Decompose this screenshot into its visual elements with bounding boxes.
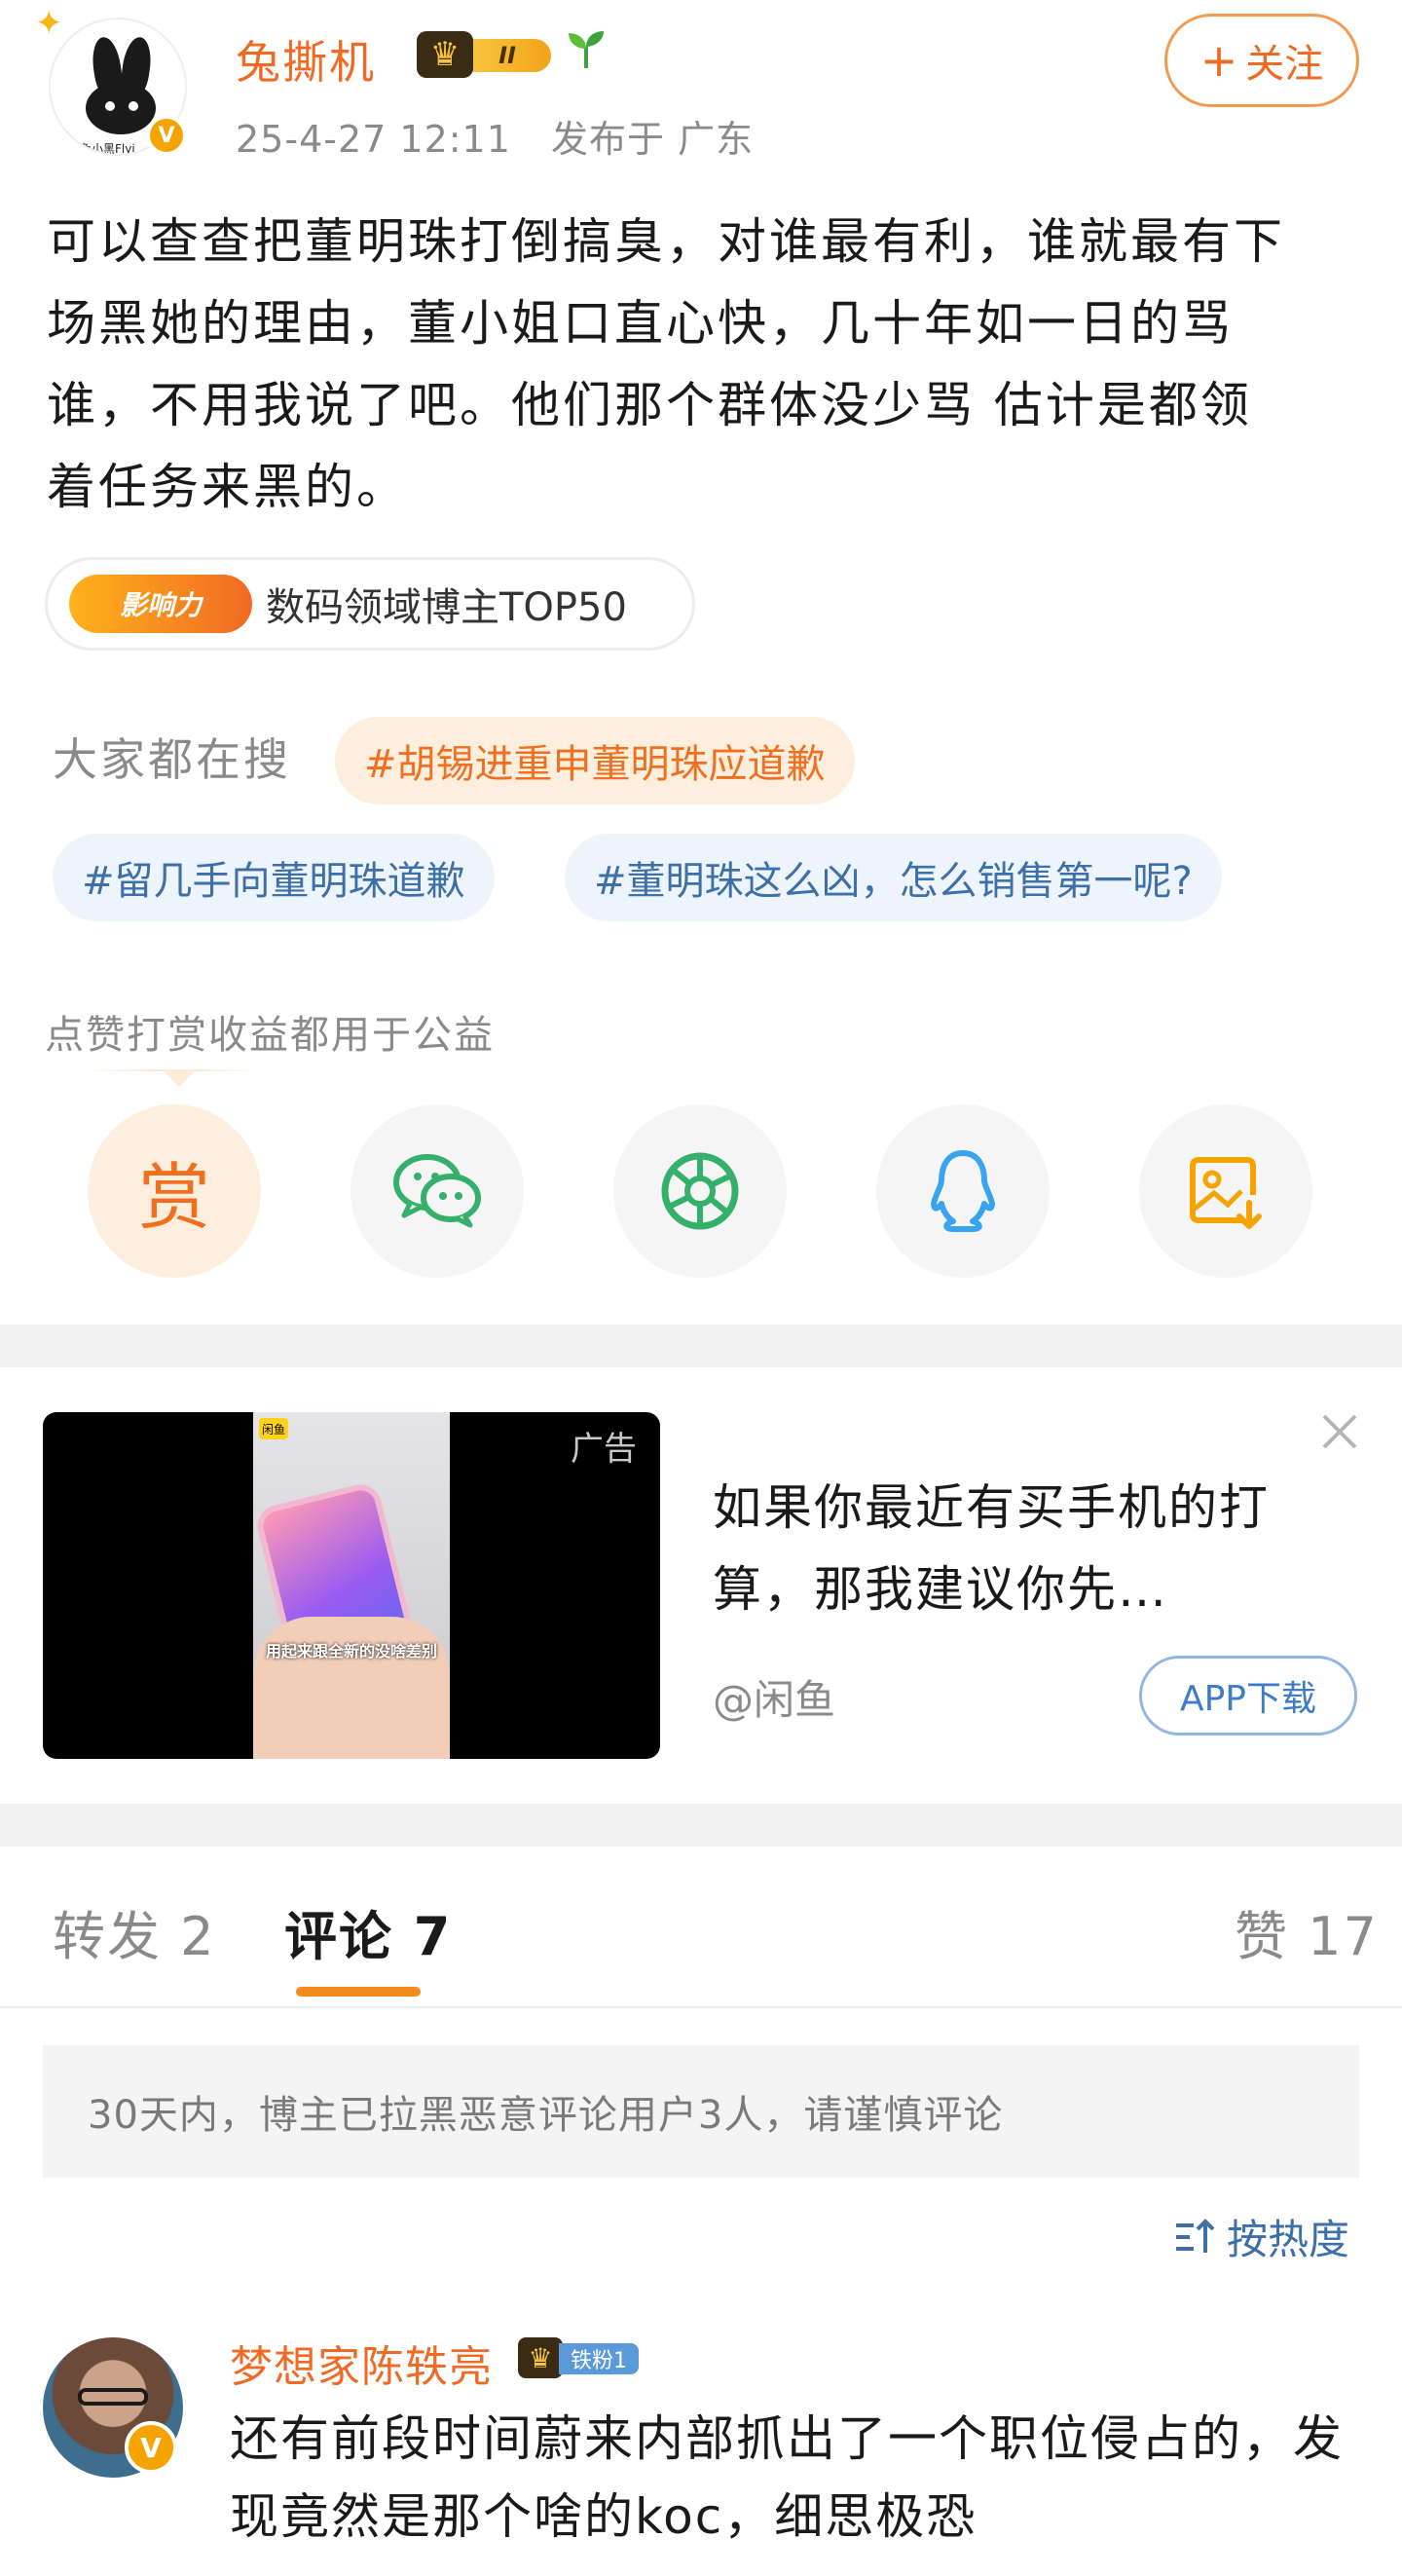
ad-label: 广告	[571, 1430, 637, 1469]
tab-repost[interactable]: 转发 2	[53, 1893, 216, 1970]
post-timestamp: 25-4-27 12:11	[236, 118, 511, 161]
trending-tag[interactable]: #董明珠这么凶，怎么销售第一呢?	[565, 834, 1222, 921]
verified-icon: V	[125, 2421, 177, 2474]
glasses-image	[78, 2388, 148, 2406]
active-tab-indicator	[296, 1987, 421, 1997]
crown-icon: ♛	[417, 31, 473, 78]
post-body: 可以查查把董明珠打倒搞臭，对谁最有利，谁就最有下 场黑她的理由，董小姐口直心快，…	[47, 201, 1371, 528]
close-icon[interactable]	[1316, 1408, 1363, 1455]
reward-icon: 赏	[138, 1155, 210, 1240]
share-qq-button[interactable]	[876, 1104, 1050, 1278]
save-image-button[interactable]	[1139, 1104, 1312, 1278]
post-meta: 25-4-27 12:11 发布于 广东	[236, 109, 781, 163]
post-location: 发布于 广东	[551, 118, 755, 161]
fan-badge: 铁粉1	[559, 2343, 639, 2374]
reward-tooltip-pointer	[86, 1069, 261, 1087]
author-name[interactable]: 兔撕机	[236, 27, 376, 92]
commenter-name[interactable]: 梦想家陈轶亮	[230, 2332, 493, 2394]
ad-video-caption: 用起来跟全新的没啥差别	[265, 1642, 437, 1661]
plus-icon: +	[1199, 34, 1238, 87]
tab-comments[interactable]: 评论 7	[284, 1893, 452, 1970]
wechat-icon	[393, 1154, 481, 1228]
post-line: 场黑她的理由，董小姐口直心快，几十年如一日的骂	[47, 295, 1234, 352]
share-wechat-button[interactable]	[350, 1104, 524, 1278]
follow-label: 关注	[1245, 42, 1324, 87]
ad-brand-logo: 闲鱼	[259, 1418, 288, 1439]
influence-text: 数码领域博主TOP50	[266, 585, 627, 630]
comment-text: 还有前段时间蔚来内部抓出了一个职位侵占的，发现竟然是那个啥的koc，细思极恐	[230, 2410, 1344, 2545]
ad-source[interactable]: @闲鱼	[713, 1667, 835, 1727]
sort-label: 按热度	[1227, 2216, 1350, 2263]
reward-button[interactable]: 赏	[88, 1104, 261, 1278]
influence-icon: 影响力	[69, 575, 252, 633]
follow-button[interactable]: + 关注	[1164, 14, 1359, 107]
app-download-button[interactable]: APP下载	[1139, 1656, 1357, 1736]
tab-likes[interactable]: 赞 17	[1235, 1893, 1379, 1970]
verified-icon: V	[146, 115, 187, 156]
post-header: ✦ 兔小黑Flyi V 兔撕机 II ♛ 25-4-27 12:11 发布于 广…	[0, 0, 1402, 185]
post-line: 谁，不用我说了吧。他们那个群体没少骂 估计是都领	[47, 377, 1252, 433]
avatar-caption: 兔小黑Flyi	[80, 142, 135, 156]
qq-icon	[931, 1150, 995, 1232]
share-moments-button[interactable]	[613, 1104, 787, 1278]
trending-tag[interactable]: #留几手向董明珠道歉	[53, 834, 495, 921]
star-icon: ✦	[35, 4, 63, 43]
member-level-badge[interactable]: II ♛	[417, 31, 553, 78]
sort-icon	[1176, 2218, 1215, 2253]
trending-tag[interactable]: #胡锡进重申董明珠应道歉	[335, 717, 855, 804]
member-level: II	[463, 39, 551, 72]
ad-title[interactable]: 如果你最近有买手机的打算，那我建议你先…	[713, 1467, 1316, 1630]
charity-note: 点赞打赏收益都用于公益	[45, 1013, 495, 1058]
comment-notice: 30天内，博主已拉黑恶意评论用户3人，请谨慎评论	[43, 2045, 1359, 2178]
trending-search-label: 大家都在搜	[53, 733, 291, 786]
crown-icon: ♛	[518, 2337, 563, 2378]
section-divider	[0, 1325, 1402, 1367]
influence-badge[interactable]: 影响力 数码领域博主TOP50	[45, 557, 695, 651]
tab-divider	[0, 2006, 1402, 2008]
sort-button[interactable]: 按热度	[1174, 2207, 1349, 2266]
post-line: 可以查查把董明珠打倒搞臭，对谁最有利，谁就最有下	[47, 213, 1285, 270]
sprout-icon	[565, 27, 608, 80]
moments-icon	[661, 1152, 739, 1230]
section-divider	[0, 1804, 1402, 1847]
ad-video-thumbnail[interactable]: 闲鱼 用起来跟全新的没啥差别 广告	[43, 1412, 660, 1759]
post-line: 着任务来黑的。	[47, 459, 408, 515]
ad-video-frame: 闲鱼 用起来跟全新的没啥差别	[252, 1412, 450, 1759]
save-image-icon	[1190, 1157, 1262, 1229]
